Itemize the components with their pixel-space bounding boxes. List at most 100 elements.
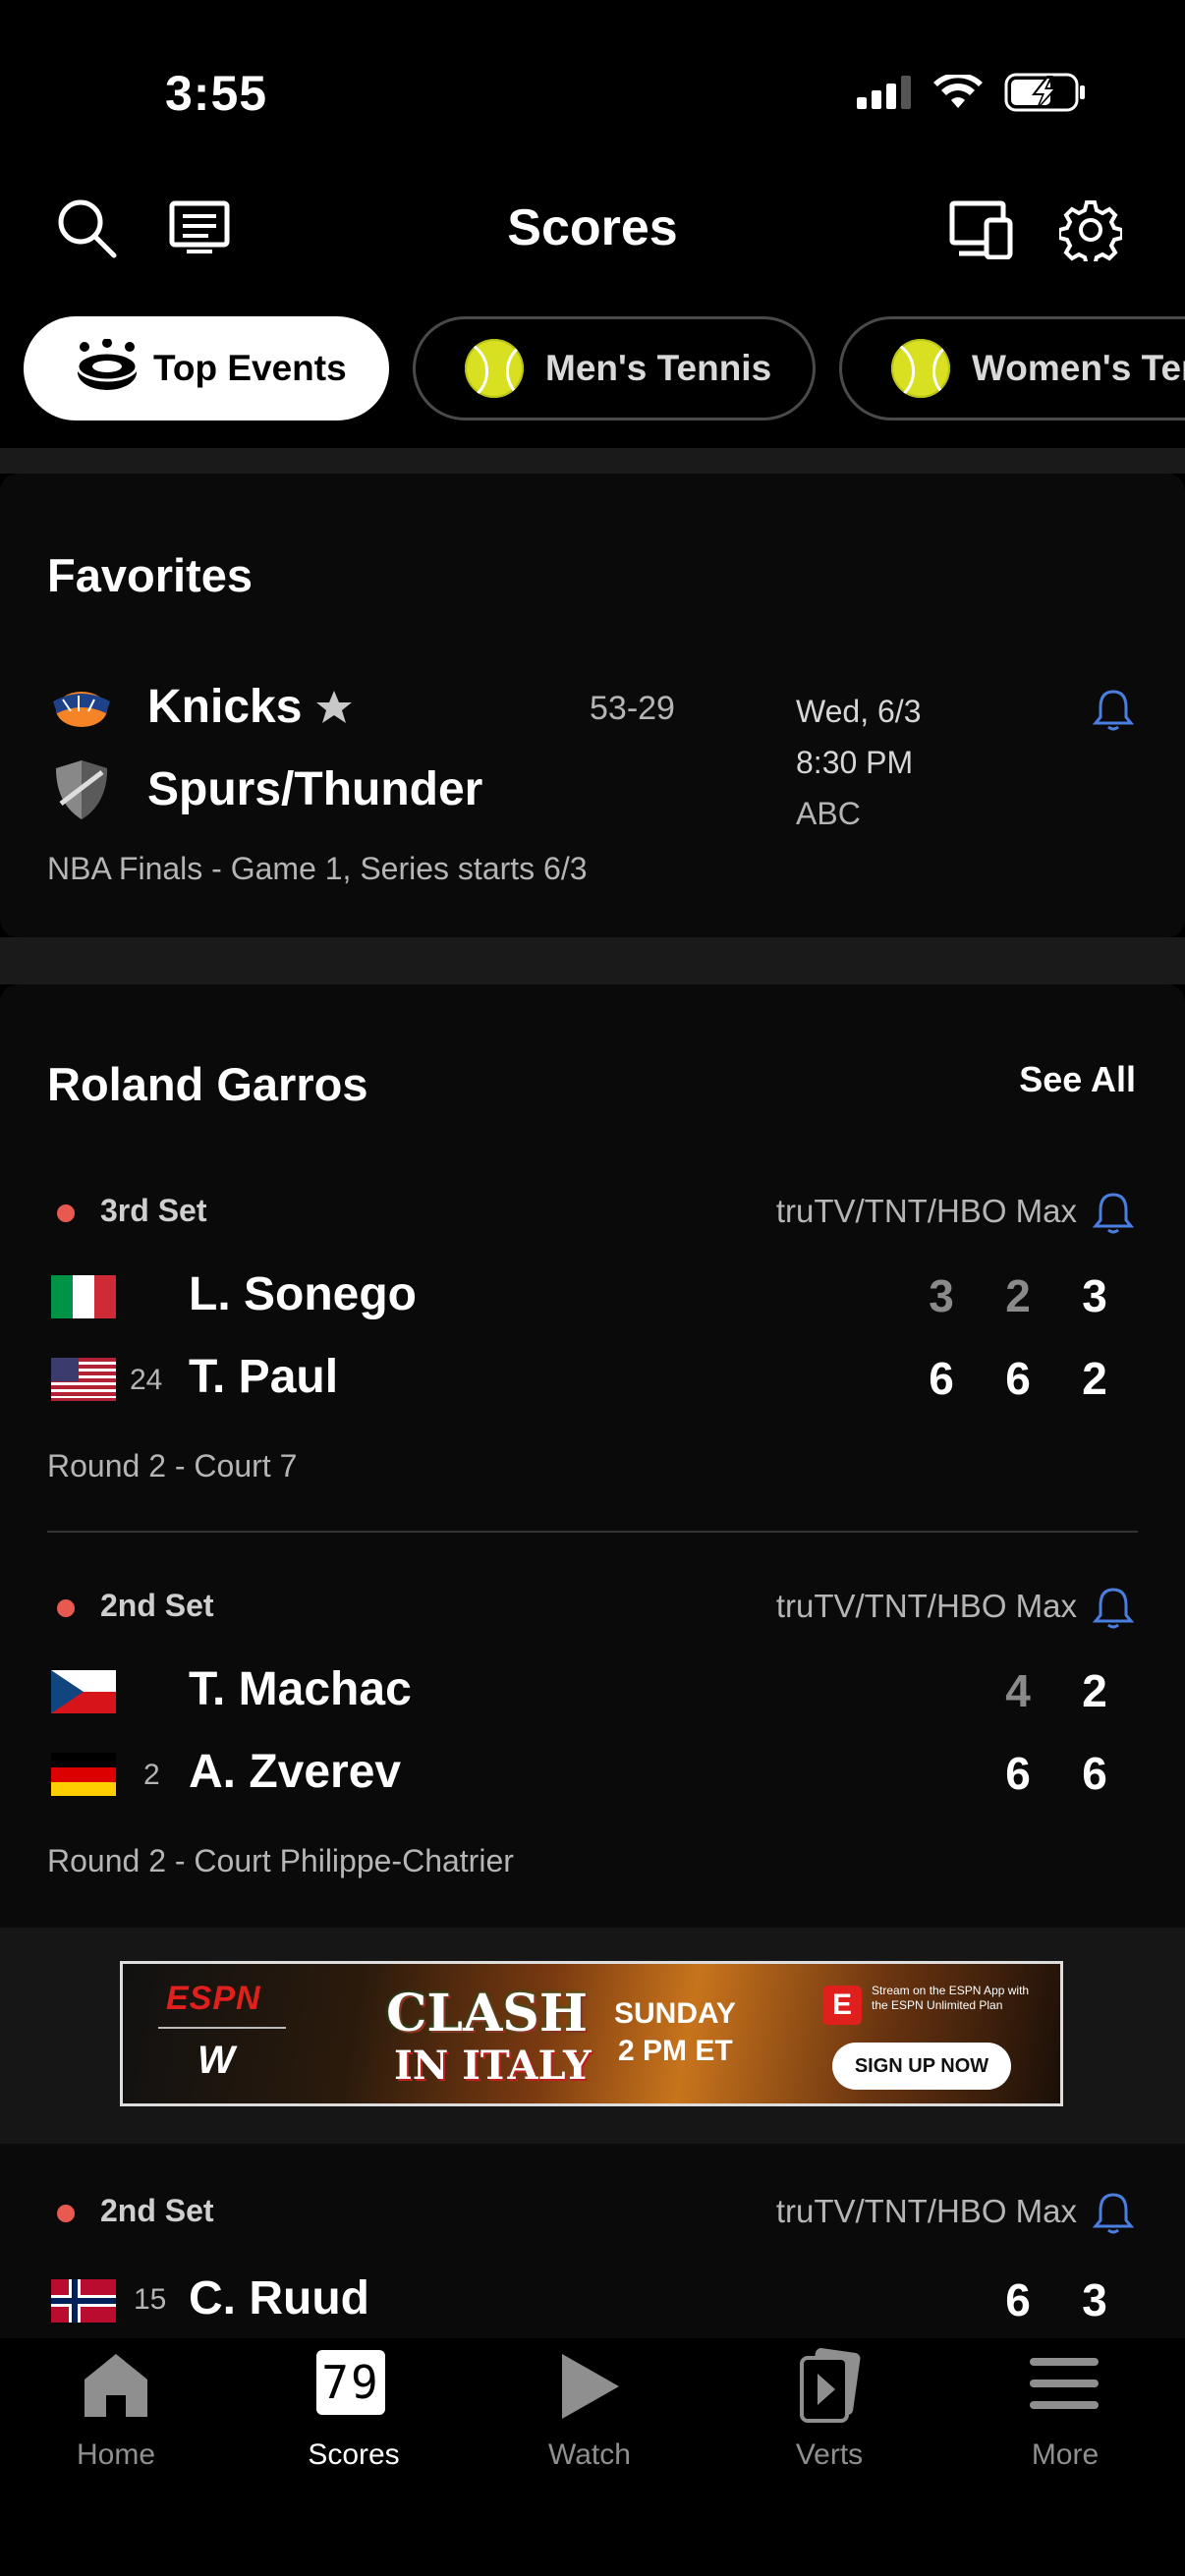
- set-score: 6: [1082, 1748, 1107, 1799]
- set-score: 6: [1005, 1748, 1031, 1799]
- match-info: Round 2 - Court Philippe-Chatrier: [47, 1843, 514, 1878]
- scoreboard-icon: 79: [316, 2350, 385, 2415]
- player1-name: T. Machac: [189, 1663, 412, 1715]
- wifi-icon: [933, 75, 983, 108]
- signal-icon: [857, 76, 911, 109]
- espn-logo: ESPN: [166, 1980, 261, 2017]
- ad-event-line2: IN ITALY: [394, 2043, 592, 2089]
- set-score: 6: [929, 1353, 954, 1404]
- menu-icon: [1030, 2358, 1099, 2409]
- czech-flag-icon: [51, 1670, 116, 1713]
- espn-e-icon: E: [822, 1986, 862, 2025]
- player2-seed: 2: [143, 1759, 160, 1791]
- match-card[interactable]: 2nd Set truTV/TNT/HBO Max T. Machac 4 2 …: [0, 1556, 1185, 1930]
- live-indicator: [57, 1204, 75, 1222]
- ad-stream-text: Stream on the ESPN App with the ESPN Unl…: [872, 1984, 1030, 2012]
- status-icons: [857, 73, 1087, 112]
- section-separator: [0, 937, 1185, 984]
- tab-bar: Home 79 Scores Watch Verts More: [0, 2338, 1185, 2576]
- player1-name: C. Ruud: [189, 2272, 369, 2324]
- set-score: 3: [1082, 1270, 1107, 1321]
- game-date: Wed, 6/3: [796, 694, 922, 729]
- ad-banner[interactable]: ESPN W CLASH IN ITALY SUNDAY 2 PM ET E S…: [120, 1961, 1063, 2106]
- set-score: 3: [929, 1270, 954, 1321]
- match-status: 3rd Set: [100, 1193, 207, 1228]
- ad-time: 2 PM ET: [618, 2035, 733, 2067]
- tab-label: More: [1031, 2438, 1100, 2471]
- tennis-ball-icon: [891, 339, 950, 398]
- favorites-title: Favorites: [47, 549, 253, 601]
- chip-label: Men's Tennis: [545, 348, 772, 388]
- game-network: ABC: [796, 796, 861, 831]
- top-events-icon: [76, 339, 139, 390]
- game-note: NBA Finals - Game 1, Series starts 6/3: [47, 851, 588, 886]
- bell-icon[interactable]: [1093, 1191, 1134, 1234]
- game-time: 8:30 PM: [796, 745, 914, 780]
- ad-signup-button[interactable]: SIGN UP NOW: [832, 2043, 1011, 2090]
- tab-label: Watch: [548, 2438, 631, 2471]
- tab-label: Home: [76, 2438, 156, 2471]
- match-status: 2nd Set: [100, 1588, 214, 1623]
- match-broadcast: truTV/TNT/HBO Max: [775, 1193, 1077, 1229]
- bell-icon[interactable]: [1093, 1586, 1134, 1629]
- cast-device-icon[interactable]: [949, 200, 1014, 259]
- wwe-logo: W: [198, 2039, 235, 2082]
- set-score: 3: [1082, 2274, 1107, 2325]
- set-score: 4: [1005, 1665, 1031, 1716]
- home-icon: [85, 2354, 147, 2417]
- roland-garros-card: Roland Garros See All 3rd Set truTV/TNT/…: [0, 984, 1185, 1928]
- tab-label: Scores: [308, 2438, 400, 2471]
- tab-label: Verts: [795, 2438, 864, 2471]
- ad-event-line1: CLASH: [386, 1984, 588, 2044]
- favorite-star-icon: [316, 690, 353, 723]
- battery-charging-icon: [1004, 73, 1085, 112]
- play-icon: [562, 2354, 619, 2419]
- chip-womens-tennis[interactable]: Women's Tennis: [839, 316, 1185, 420]
- match-info: Round 2 - Court 7: [47, 1448, 298, 1484]
- player2-seed: 24: [130, 1364, 163, 1396]
- match-status: 2nd Set: [100, 2193, 214, 2228]
- status-time: 3:55: [165, 66, 268, 121]
- set-score: 6: [1005, 2274, 1031, 2325]
- set-score: 2: [1082, 1665, 1107, 1716]
- chip-mens-tennis[interactable]: Men's Tennis: [413, 316, 816, 420]
- chip-top-events[interactable]: Top Events: [24, 316, 389, 420]
- chip-label: Top Events: [153, 348, 347, 388]
- tennis-ball-icon: [465, 339, 524, 398]
- game-time-block: Wed, 6/3 8:30 PM ABC: [796, 686, 921, 839]
- germany-flag-icon: [51, 1753, 116, 1796]
- match-card[interactable]: 2nd Set truTV/TNT/HBO Max 15 C. Ruud 6 3: [0, 2144, 1185, 2340]
- ad-container: ESPN W CLASH IN ITALY SUNDAY 2 PM ET E S…: [0, 1928, 1185, 2144]
- set-score: 2: [1005, 1270, 1031, 1321]
- divider: [158, 2027, 286, 2029]
- italy-flag-icon: [51, 1275, 116, 1318]
- chip-label: Women's Tennis: [972, 348, 1185, 388]
- verts-icon: [800, 2348, 861, 2423]
- roland-title: Roland Garros: [47, 1058, 368, 1110]
- player2-name: A. Zverev: [189, 1746, 402, 1798]
- team2-name: Spurs/Thunder: [147, 763, 483, 815]
- tbd-team-shield-icon: [56, 760, 107, 819]
- section-separator: [0, 448, 1185, 474]
- bell-icon[interactable]: [1093, 2191, 1134, 2234]
- norway-flag-icon: [51, 2279, 116, 2323]
- match-card[interactable]: 3rd Set truTV/TNT/HBO Max L. Sonego 3 2 …: [0, 1161, 1185, 1535]
- set-score: 6: [1005, 1353, 1031, 1404]
- favorites-card[interactable]: Favorites Knicks 53-29 Spurs/Thunder Wed…: [0, 474, 1185, 937]
- live-indicator: [57, 1599, 75, 1617]
- player1-seed: 15: [134, 2283, 167, 2316]
- see-all-link[interactable]: See All: [1019, 1059, 1136, 1100]
- bell-icon[interactable]: [1093, 688, 1134, 731]
- team1-row: Knicks: [147, 680, 353, 734]
- team1-name: Knicks: [147, 681, 303, 733]
- live-indicator: [57, 2205, 75, 2222]
- match-broadcast: truTV/TNT/HBO Max: [775, 1588, 1077, 1624]
- ad-day: SUNDAY: [614, 1997, 736, 2030]
- match-broadcast: truTV/TNT/HBO Max: [775, 2193, 1077, 2229]
- player1-name: L. Sonego: [189, 1268, 417, 1320]
- divider: [47, 1531, 1138, 1533]
- usa-flag-icon: [51, 1358, 116, 1401]
- settings-gear-icon[interactable]: [1059, 198, 1122, 261]
- team1-record: 53-29: [590, 690, 675, 727]
- knicks-logo-icon: [53, 692, 110, 727]
